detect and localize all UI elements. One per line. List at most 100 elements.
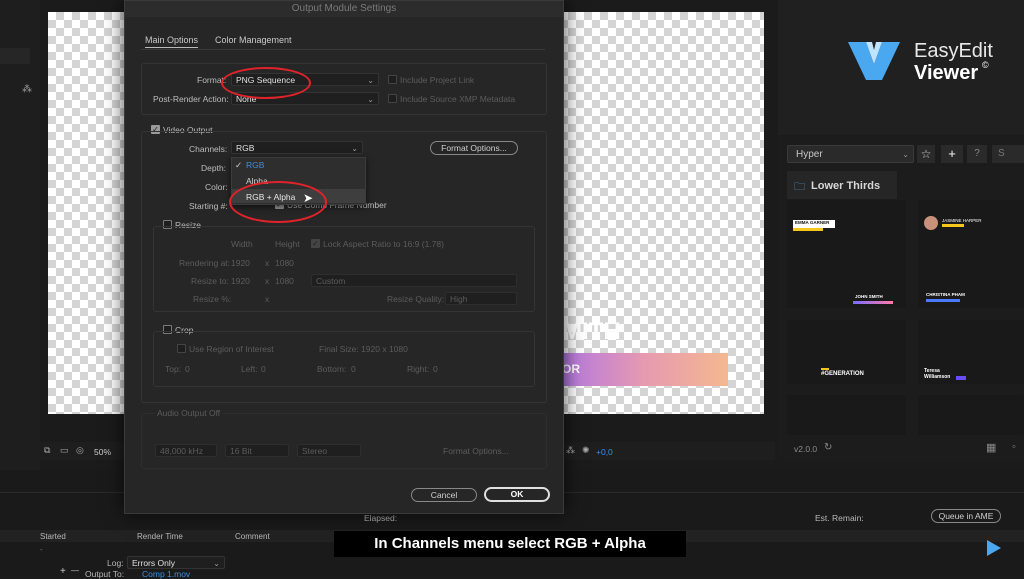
depth-label: Depth: bbox=[201, 163, 227, 173]
format-options-button[interactable]: Format Options... bbox=[430, 141, 518, 155]
output-module-dialog: Output Module Settings Main Options Colo… bbox=[124, 0, 564, 514]
add-icon[interactable]: + bbox=[941, 145, 963, 163]
audio-bits-select[interactable]: 16 Bit bbox=[225, 444, 289, 457]
col-comment[interactable]: Comment bbox=[235, 532, 270, 541]
exposure-icon[interactable]: ✺ bbox=[582, 445, 590, 456]
include-project-link-label: Include Project Link bbox=[400, 75, 475, 85]
output-to-value[interactable]: Comp 1.mov bbox=[142, 569, 190, 579]
resize-height-header: Height bbox=[275, 239, 300, 249]
rendering-at-x: x bbox=[265, 258, 270, 268]
resize-to-height: 1080 bbox=[275, 276, 294, 286]
easyedit-brand-reg: © bbox=[982, 60, 989, 70]
flowchart-icon[interactable]: ⁂ bbox=[22, 84, 32, 95]
template-card[interactable] bbox=[918, 395, 1024, 435]
resize-quality-label: Resize Quality: bbox=[387, 294, 445, 304]
resize-pct-label: Resize %: bbox=[193, 294, 232, 304]
lower-third-overlay-bar bbox=[562, 353, 728, 386]
scroll-knob-icon[interactable]: ◦ bbox=[1012, 441, 1016, 453]
crop-top-value[interactable]: 0 bbox=[185, 364, 190, 374]
play-logo-icon bbox=[987, 540, 1001, 556]
folder-label: Lower Thirds bbox=[811, 180, 881, 192]
include-xmp-checkbox[interactable] bbox=[388, 94, 397, 103]
lock-aspect-label: Lock Aspect Ratio to 16:9 (1.78) bbox=[323, 239, 444, 249]
template-card[interactable]: #GENERATION bbox=[787, 320, 906, 384]
crop-top-label: Top: bbox=[165, 364, 182, 374]
zoom-level[interactable]: 50% bbox=[94, 447, 111, 457]
audio-format-options-button[interactable]: Format Options... bbox=[443, 446, 509, 456]
left-panel-line bbox=[0, 48, 30, 64]
started-value: - bbox=[40, 545, 43, 554]
starting-label: Starting #: bbox=[189, 201, 228, 211]
mask-icon[interactable]: ◎ bbox=[76, 445, 84, 456]
card-accent bbox=[821, 368, 829, 370]
card-label: EMMA GARNER bbox=[795, 220, 830, 225]
tab-main-options[interactable]: Main Options bbox=[145, 35, 199, 48]
card-label: JASMINE HARPER bbox=[942, 218, 982, 223]
tab-divider bbox=[141, 49, 545, 50]
format-group bbox=[141, 63, 547, 115]
crop-right-value[interactable]: 0 bbox=[433, 364, 438, 374]
template-card[interactable]: CHRISTINA PHAM bbox=[918, 244, 1024, 308]
col-render-time[interactable]: Render Time bbox=[137, 532, 183, 541]
ok-button[interactable]: OK bbox=[484, 487, 550, 502]
include-xmp-label: Include Source XMP Metadata bbox=[400, 94, 516, 104]
log-select[interactable]: Errors Only ⌄ bbox=[127, 556, 225, 569]
card-accent bbox=[956, 376, 966, 380]
rgb-alpha-highlight-circle bbox=[229, 181, 327, 223]
dropdown-item-rgb[interactable]: RGB bbox=[246, 160, 264, 170]
exposure-offset[interactable]: +0,0 bbox=[596, 447, 613, 457]
network-icon[interactable]: ⁂ bbox=[566, 445, 575, 456]
card-accent bbox=[853, 301, 893, 304]
template-card[interactable]: Teresa Williamson bbox=[918, 320, 1024, 384]
crop-left-label: Left: bbox=[241, 364, 258, 374]
log-label: Log: bbox=[107, 558, 124, 568]
template-card[interactable]: JOHN SMITH bbox=[787, 244, 906, 308]
channels-label: Channels: bbox=[189, 144, 228, 154]
crop-bottom-value[interactable]: 0 bbox=[351, 364, 356, 374]
lock-aspect-checkbox[interactable]: ✓ bbox=[311, 239, 320, 248]
card-accent bbox=[793, 228, 823, 231]
card-label: CHRISTINA PHAM bbox=[926, 292, 965, 297]
queue-in-ame-button[interactable]: Queue in AME bbox=[931, 509, 1001, 523]
audio-rate-select[interactable]: 48,000 kHz bbox=[155, 444, 217, 457]
resize-width-header: Width bbox=[231, 239, 253, 249]
resize-quality-select[interactable]: High bbox=[445, 292, 517, 305]
left-project-panel bbox=[0, 0, 40, 470]
template-pack-select[interactable]: Hyper ⌄ bbox=[787, 145, 914, 163]
channels-select[interactable]: RGB ⌄ bbox=[231, 141, 363, 154]
refresh-icon[interactable]: ↻ bbox=[824, 442, 832, 453]
resize-to-width: 1920 bbox=[231, 276, 250, 286]
card-accent bbox=[926, 299, 960, 302]
crop-left-value[interactable]: 0 bbox=[261, 364, 266, 374]
use-roi-checkbox[interactable] bbox=[177, 344, 186, 353]
audio-channels-select[interactable]: Stereo bbox=[297, 444, 361, 457]
remove-output-icon[interactable]: — bbox=[71, 566, 79, 575]
dialog-title: Output Module Settings bbox=[125, 1, 563, 17]
search-field[interactable]: S bbox=[992, 145, 1024, 163]
avatar bbox=[924, 216, 938, 230]
output-to-label: Output To: bbox=[85, 569, 125, 579]
tab-color-management[interactable]: Color Management bbox=[215, 35, 292, 45]
caption-text: In Channels menu select RGB + Alpha bbox=[374, 535, 646, 552]
rendering-at-height: 1080 bbox=[275, 258, 294, 268]
folder-icon: 🗀 bbox=[794, 181, 805, 193]
elapsed-label: Elapsed: bbox=[364, 513, 398, 523]
card-label: #GENERATION bbox=[821, 371, 864, 377]
add-output-icon[interactable]: + bbox=[60, 566, 66, 577]
help-icon[interactable]: ? bbox=[967, 145, 987, 163]
lower-third-overlay-text: MITH bbox=[562, 318, 621, 345]
region-icon[interactable]: ⧉ bbox=[44, 445, 50, 456]
col-started[interactable]: Started bbox=[40, 532, 66, 541]
template-card[interactable] bbox=[787, 395, 906, 435]
grid-view-icon[interactable]: ▦ bbox=[986, 441, 996, 454]
lower-third-overlay-subtext: OR bbox=[562, 362, 580, 376]
cancel-button[interactable]: Cancel bbox=[411, 488, 477, 502]
post-render-label: Post-Render Action: bbox=[153, 94, 229, 104]
resize-preset-select[interactable]: Custom bbox=[311, 274, 517, 287]
audio-output-label: Audio Output Off bbox=[155, 408, 223, 418]
favorites-star-icon[interactable]: ☆ bbox=[917, 145, 935, 163]
include-project-link-checkbox[interactable] bbox=[388, 75, 397, 84]
final-size-label: Final Size: 1920 x 1080 bbox=[319, 344, 408, 354]
crop-bottom-label: Bottom: bbox=[317, 364, 347, 374]
monitor-icon[interactable]: ▭ bbox=[60, 445, 69, 456]
